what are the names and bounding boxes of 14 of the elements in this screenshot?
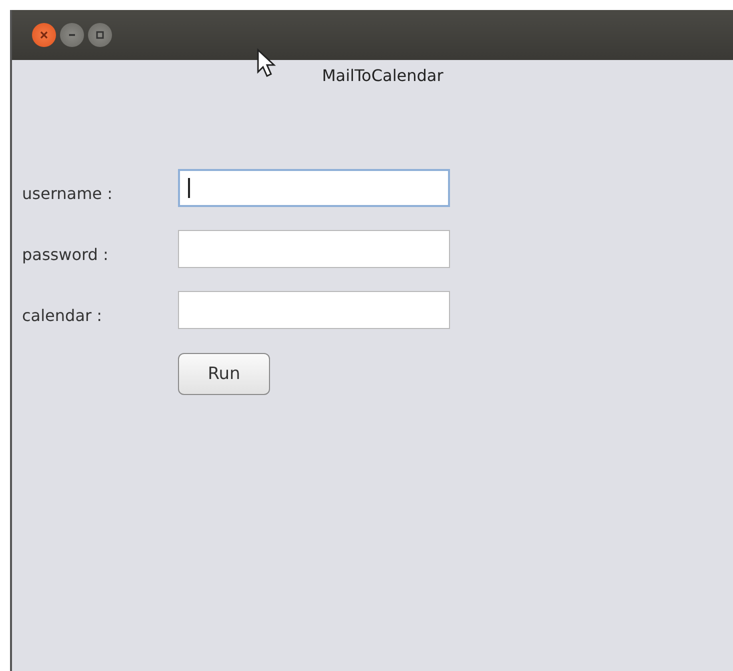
minimize-button[interactable] bbox=[60, 23, 84, 47]
close-button[interactable] bbox=[32, 23, 56, 47]
close-icon bbox=[39, 30, 49, 40]
run-button[interactable]: Run bbox=[178, 353, 270, 395]
field-label: username : bbox=[22, 184, 114, 205]
input-field[interactable] bbox=[178, 291, 450, 329]
field-label: calendar : bbox=[22, 306, 104, 327]
mouse-pointer-icon bbox=[256, 48, 278, 78]
maximize-button[interactable] bbox=[88, 23, 112, 47]
input-field[interactable] bbox=[178, 169, 450, 207]
input-field[interactable] bbox=[178, 230, 450, 268]
maximize-icon bbox=[95, 30, 105, 40]
field-label: password : bbox=[22, 245, 110, 266]
window-title: MailToCalendar bbox=[321, 66, 444, 85]
